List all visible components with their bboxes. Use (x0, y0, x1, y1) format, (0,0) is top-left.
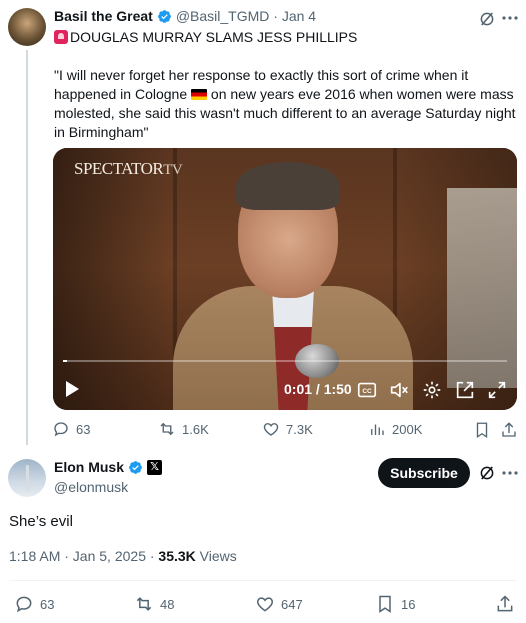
original-tweet-actions: 63 1.6K 7.3K 200K (52, 420, 520, 440)
video-controls: 0:01 / 1:50 CC (53, 375, 517, 405)
divider (9, 580, 517, 581)
like-count: 647 (281, 596, 303, 612)
reply-button[interactable]: 63 (52, 420, 90, 438)
elon-avatar[interactable] (8, 459, 46, 497)
heart-icon (263, 423, 279, 436)
popout-icon[interactable] (454, 379, 476, 401)
reply-views-count: 35.3K (158, 548, 196, 564)
spectator-tv-logo: SPECTATORTV (74, 159, 183, 178)
views-button[interactable]: 200K (368, 420, 422, 438)
tweet-quote-text: "I will never forget her response to exa… (54, 66, 516, 142)
basil-avatar[interactable] (8, 8, 46, 46)
views-chart-icon (371, 424, 384, 435)
svg-text:CC: CC (362, 388, 372, 395)
fullscreen-icon[interactable] (486, 379, 508, 401)
bookmark-icon (379, 595, 391, 613)
play-icon[interactable] (66, 381, 79, 397)
rocket-shape (26, 465, 29, 491)
video-progress-bar[interactable] (63, 360, 507, 362)
repost-count: 1.6K (182, 421, 209, 437)
bookmark-button[interactable]: 16 (375, 594, 415, 614)
bookmark-icon[interactable] (473, 421, 491, 439)
reply-icon (54, 422, 68, 437)
more-options-icon[interactable] (502, 14, 518, 22)
video-progress-fill (63, 360, 68, 362)
repost-icon (136, 597, 152, 611)
reply-handle[interactable]: @elonmusk (54, 479, 128, 495)
mute-icon[interactable] (388, 379, 410, 401)
x-affiliation-icon: 𝕏 (147, 459, 163, 475)
like-button[interactable]: 7.3K (262, 420, 313, 438)
grok-icon[interactable] (478, 464, 496, 482)
repost-button[interactable]: 1.6K (158, 420, 209, 438)
grok-icon[interactable] (478, 10, 496, 28)
siren-emoji-icon (54, 30, 68, 44)
share-icon[interactable] (495, 594, 515, 614)
verified-badge-icon (157, 9, 171, 23)
repost-icon (160, 422, 174, 436)
video-player[interactable]: SPECTATORTV 0:01 / 1:50 CC (53, 148, 517, 410)
more-options-icon[interactable] (502, 469, 518, 477)
reply-author-name[interactable]: Elon Musk (54, 459, 124, 475)
captions-icon[interactable]: CC (356, 379, 378, 401)
thread-connector-line (26, 50, 28, 445)
like-button[interactable]: 647 (255, 594, 303, 614)
subscribe-button[interactable]: Subscribe (378, 458, 470, 488)
verified-badge-icon (129, 460, 142, 474)
author-name[interactable]: Basil the Great (54, 8, 153, 24)
share-icon[interactable] (500, 421, 518, 439)
germany-flag-icon (191, 89, 208, 100)
reply-timestamp[interactable]: 1:18 AM · Jan 5, 2025 · (9, 548, 158, 564)
handle-and-date[interactable]: @Basil_TGMD · Jan 4 (176, 8, 316, 24)
speaker-hair (236, 162, 340, 210)
repost-count: 48 (160, 596, 175, 612)
tweet-headline: DOUGLAS MURRAY SLAMS JESS PHILLIPS (54, 29, 357, 45)
reply-button[interactable]: 63 (14, 594, 54, 614)
views-count: 200K (392, 421, 423, 437)
reply-text: She’s evil (9, 513, 73, 530)
video-time: 0:01 / 1:50 (284, 381, 352, 397)
bookmark-count: 16 (401, 596, 416, 612)
headline-text: DOUGLAS MURRAY SLAMS JESS PHILLIPS (70, 29, 358, 45)
repost-button[interactable]: 48 (134, 594, 174, 614)
heart-icon (256, 597, 274, 612)
reply-tweet-actions: 63 48 647 16 (0, 594, 526, 614)
reply-icon (16, 596, 32, 613)
reply-count: 63 (40, 596, 55, 612)
reply-views-label: Views (195, 548, 237, 564)
settings-gear-icon[interactable] (421, 379, 443, 401)
like-count: 7.3K (286, 421, 313, 437)
reply-author-row: Elon Musk 𝕏 (54, 459, 163, 475)
video-window-background (447, 188, 517, 388)
reply-timestamp-views: 1:18 AM · Jan 5, 2025 · 35.3K Views (9, 548, 237, 564)
reply-count: 63 (76, 421, 91, 437)
original-tweet-header: Basil the Great @Basil_TGMD · Jan 4 (54, 8, 316, 24)
